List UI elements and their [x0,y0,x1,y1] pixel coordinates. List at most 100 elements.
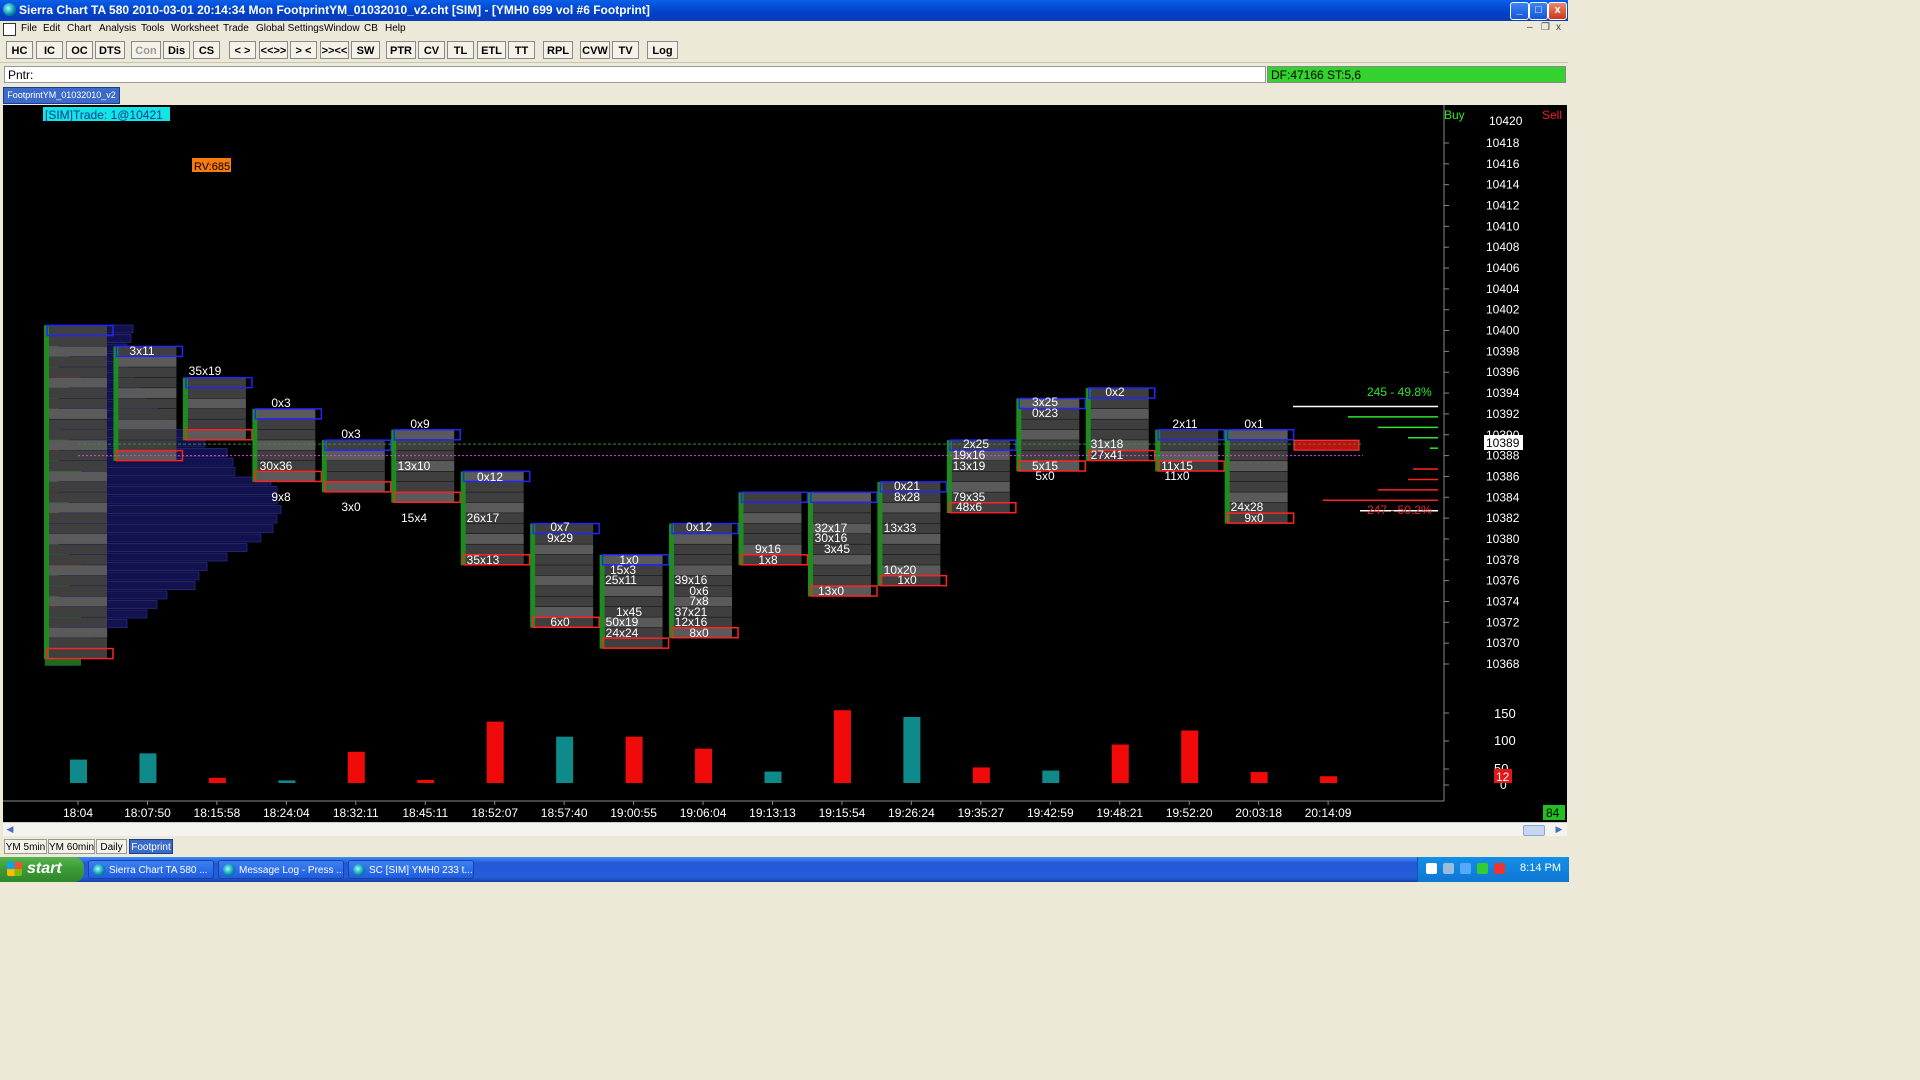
footprint-cell [116,356,177,367]
footprint-cell [324,471,385,482]
volume-bar [1111,744,1129,783]
zoom-in-button[interactable]: > < [290,41,317,59]
rpl-button[interactable]: RPL [543,41,573,59]
footprint-chart[interactable]: 3x1135x190x30x30x90x120x71x00x120x212x25… [3,105,1567,823]
cv-button[interactable]: CV [418,41,445,59]
language-icon[interactable] [1460,863,1471,874]
footprint-cell [810,565,871,576]
menu-edit[interactable]: Edit [43,23,60,34]
volume-current: 12 [1496,770,1510,784]
close-button[interactable]: x [1548,2,1567,20]
footprint-cell [116,408,177,419]
time-label: 19:35:27 [957,806,1004,820]
antivirus-icon[interactable] [1494,863,1505,874]
start-button[interactable]: start [0,857,84,882]
time-label: 18:57:40 [541,806,588,820]
help-icon[interactable] [1426,863,1437,874]
footprint-cell [47,388,107,399]
footprint-value: 9x0 [1244,511,1264,525]
etl-button[interactable]: ETL [477,41,506,59]
footprint-value: 13x19 [953,459,986,473]
tab-footprint[interactable]: Footprint [129,839,173,854]
mdi-close-button[interactable]: x [1556,22,1561,33]
footprint-cell [255,429,316,440]
dis-button[interactable]: Dis [163,41,190,59]
footprint-cell [47,606,107,617]
menu-trade[interactable]: Trade [223,23,249,34]
footprint-value: 3x11 [129,344,154,358]
oc-button[interactable]: OC [66,41,93,59]
menu-chart[interactable]: Chart [67,23,91,34]
horizontal-scrollbar[interactable]: ◀ ▶ [3,822,1567,836]
footprint-cell [672,533,733,544]
price-label: 10372 [1486,615,1520,629]
menu-window[interactable]: Window [324,23,360,34]
tl-button[interactable]: TL [447,41,474,59]
footprint-cell [185,419,246,430]
network-icon[interactable] [1443,863,1454,874]
mdi-minimize-button[interactable]: – [1527,22,1533,33]
ic-button[interactable]: IC [36,41,63,59]
task-message-log[interactable]: Message Log - Press ... [218,860,344,879]
cvw-button[interactable]: CVW [580,41,610,59]
footprint-cell [1158,429,1219,440]
dts-button[interactable]: DTS [95,41,125,59]
task-sc-sim[interactable]: SC [SIM] YMH0 233 t... [348,860,474,879]
hc-button[interactable]: HC [6,41,33,59]
ptr-button[interactable]: PTR [386,41,416,59]
volume-axis-150: 150 [1494,706,1516,721]
footprint-cell [116,367,177,378]
menu-analysis[interactable]: Analysis [99,23,136,34]
footprint-cell [185,429,246,440]
sw-button[interactable]: SW [351,41,380,59]
menu-cb[interactable]: CB [364,23,378,34]
footprint-cell [47,377,107,388]
footprint-value: 24x24 [606,626,639,640]
scroll-left-icon[interactable]: ◀ [4,823,16,836]
menu-worksheet[interactable]: Worksheet [171,23,219,34]
zoom-in-out-button[interactable]: < > [229,41,256,59]
task-sierra-chart[interactable]: Sierra Chart TA 580 ... [88,860,214,879]
window-title-bar[interactable]: Sierra Chart TA 580 2010-03-01 20:14:34 … [0,0,1568,21]
volume-bar [625,736,643,783]
scroll-right-icon[interactable]: ▶ [1553,823,1565,836]
footprint-cell [47,565,107,576]
footprint-cell [463,523,524,534]
menu-global-settings[interactable]: Global Settings [256,23,324,34]
log-button[interactable]: Log [647,41,678,59]
footprint-cell [255,440,316,451]
price-label: 10404 [1486,282,1520,296]
menu-tools[interactable]: Tools [141,23,164,34]
zoom-out-all-button[interactable]: <<>> [259,41,288,59]
volume-bars [70,710,1338,783]
con-button[interactable]: Con [131,41,161,59]
tab-daily[interactable]: Daily [96,839,127,854]
tab-ym-5min[interactable]: YM 5min [4,839,47,854]
price-label: 10406 [1486,261,1520,275]
menu-file[interactable]: File [21,23,37,34]
footprint-cell [47,554,107,565]
time-label: 19:06:04 [680,806,727,820]
time-label: 19:13:13 [749,806,796,820]
maximize-button[interactable]: □ [1529,2,1548,20]
cs-button[interactable]: CS [193,41,220,59]
tv-button[interactable]: TV [612,41,639,59]
footprint-cell [116,388,177,399]
footprint-cell [394,440,455,451]
footprint-cell [1227,461,1288,472]
footprint-cell [47,325,107,336]
minimize-button[interactable]: _ [1510,2,1529,20]
zoom-in-all-button[interactable]: >><< [320,41,349,59]
chart-area[interactable]: 3x11 35x19 0x3 0x3 0x9 0x12 0x7 1x0 0x12 0x21 2x25… [3,105,1567,823]
time-label: 18:15:58 [194,806,241,820]
footprint-cell [116,429,177,440]
security-icon[interactable] [1477,863,1488,874]
mdi-restore-button[interactable]: ❐ [1541,22,1550,33]
menu-help[interactable]: Help [385,23,406,34]
tt-button[interactable]: TT [508,41,535,59]
tab-ym-60min[interactable]: YM 60min [48,839,95,854]
scroll-thumb[interactable] [1523,825,1545,836]
chart-tab-footprint[interactable]: FootprintYM_01032010_v2 [3,87,120,104]
document-icon[interactable] [3,23,16,36]
taskbar-clock: 8:14 PM [1520,862,1561,874]
